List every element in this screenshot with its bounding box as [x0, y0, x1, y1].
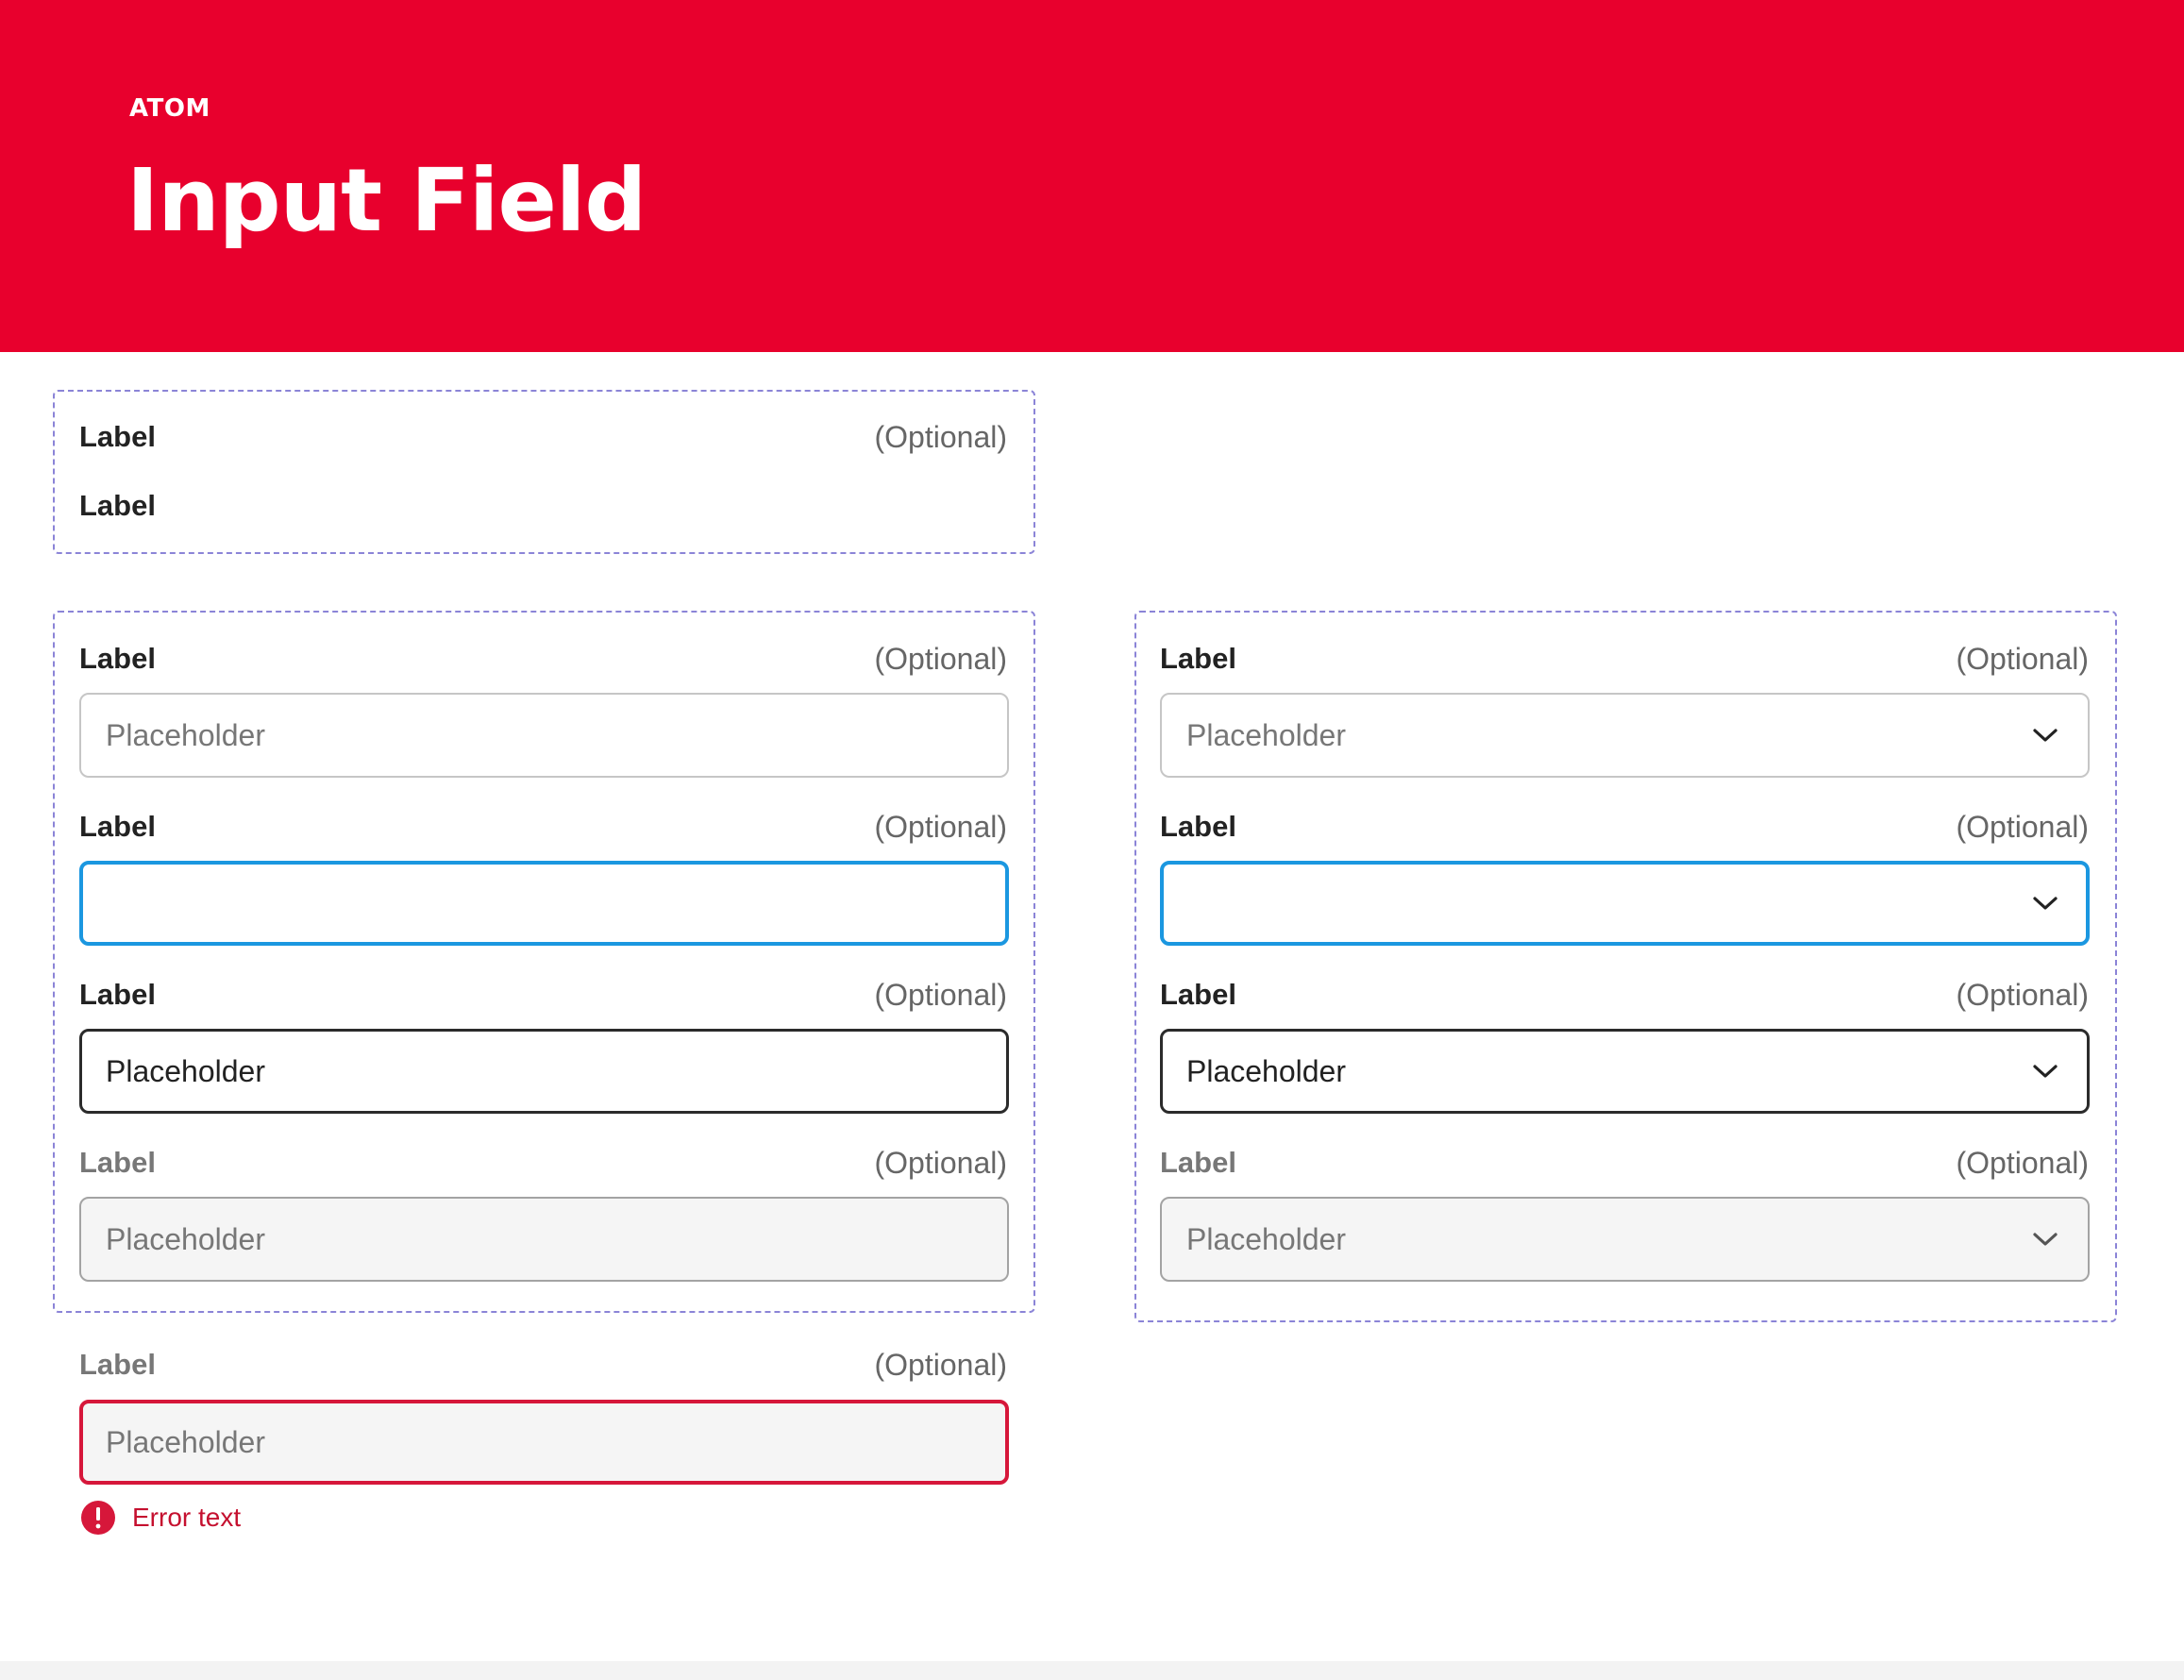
page-title: Input Field: [126, 150, 647, 251]
select-disabled-optional: (Optional): [1956, 1146, 2090, 1180]
input-focused-optional: (Optional): [874, 810, 1008, 844]
input-filled-label: Label: [79, 978, 156, 1011]
spec-label-with-optional: Label: [79, 420, 156, 453]
label-spec-frame: [53, 390, 1035, 554]
input-focused-label: Label: [79, 810, 156, 843]
chevron-down-icon: [2033, 1065, 2058, 1078]
text-input-disabled: Placeholder: [79, 1197, 1009, 1282]
input-filled-optional: (Optional): [874, 978, 1008, 1012]
input-disabled-label: Label: [79, 1146, 156, 1179]
page-bottom-edge: [0, 1661, 2184, 1680]
input-error-label: Label: [79, 1348, 156, 1381]
select-disabled-label: Label: [1160, 1146, 1236, 1179]
input-error-optional: (Optional): [874, 1348, 1008, 1382]
error-icon: [81, 1501, 115, 1535]
select-default-label: Label: [1160, 642, 1236, 675]
header-eyebrow: ATOM: [129, 94, 210, 123]
chevron-down-icon: [2033, 897, 2058, 910]
text-input-default[interactable]: Placeholder: [79, 693, 1009, 778]
select-default-optional: (Optional): [1956, 642, 2090, 676]
chevron-down-icon: [2033, 729, 2058, 742]
input-filled-value: Placeholder: [106, 1053, 265, 1088]
input-disabled-optional: (Optional): [874, 1146, 1008, 1180]
input-default-placeholder: Placeholder: [106, 717, 265, 752]
input-default-label: Label: [79, 642, 156, 675]
input-error-placeholder: Placeholder: [106, 1424, 265, 1459]
select-disabled: Placeholder: [1160, 1197, 2090, 1282]
select-focused-label: Label: [1160, 810, 1236, 843]
error-message: Error text: [132, 1503, 242, 1532]
select-filled-value: Placeholder: [1186, 1053, 1346, 1088]
select-filled-optional: (Optional): [1956, 978, 2090, 1012]
text-input-error[interactable]: Placeholder: [79, 1400, 1009, 1485]
select-focused[interactable]: [1160, 861, 2090, 946]
spec-optional-text: (Optional): [874, 420, 1008, 454]
select-default-placeholder: Placeholder: [1186, 717, 1346, 752]
chevron-down-icon: [2033, 1233, 2058, 1246]
select-filled[interactable]: Placeholder: [1160, 1029, 2090, 1114]
text-input-filled[interactable]: Placeholder: [79, 1029, 1009, 1114]
input-default-optional: (Optional): [874, 642, 1008, 676]
page-header: ATOM Input Field: [0, 0, 2184, 352]
select-focused-optional: (Optional): [1956, 810, 2090, 844]
text-input-focused[interactable]: [79, 861, 1009, 946]
select-filled-label: Label: [1160, 978, 1236, 1011]
select-disabled-placeholder: Placeholder: [1186, 1221, 1346, 1256]
select-default[interactable]: Placeholder: [1160, 693, 2090, 778]
spec-label-only: Label: [79, 489, 156, 522]
input-disabled-placeholder: Placeholder: [106, 1221, 265, 1256]
